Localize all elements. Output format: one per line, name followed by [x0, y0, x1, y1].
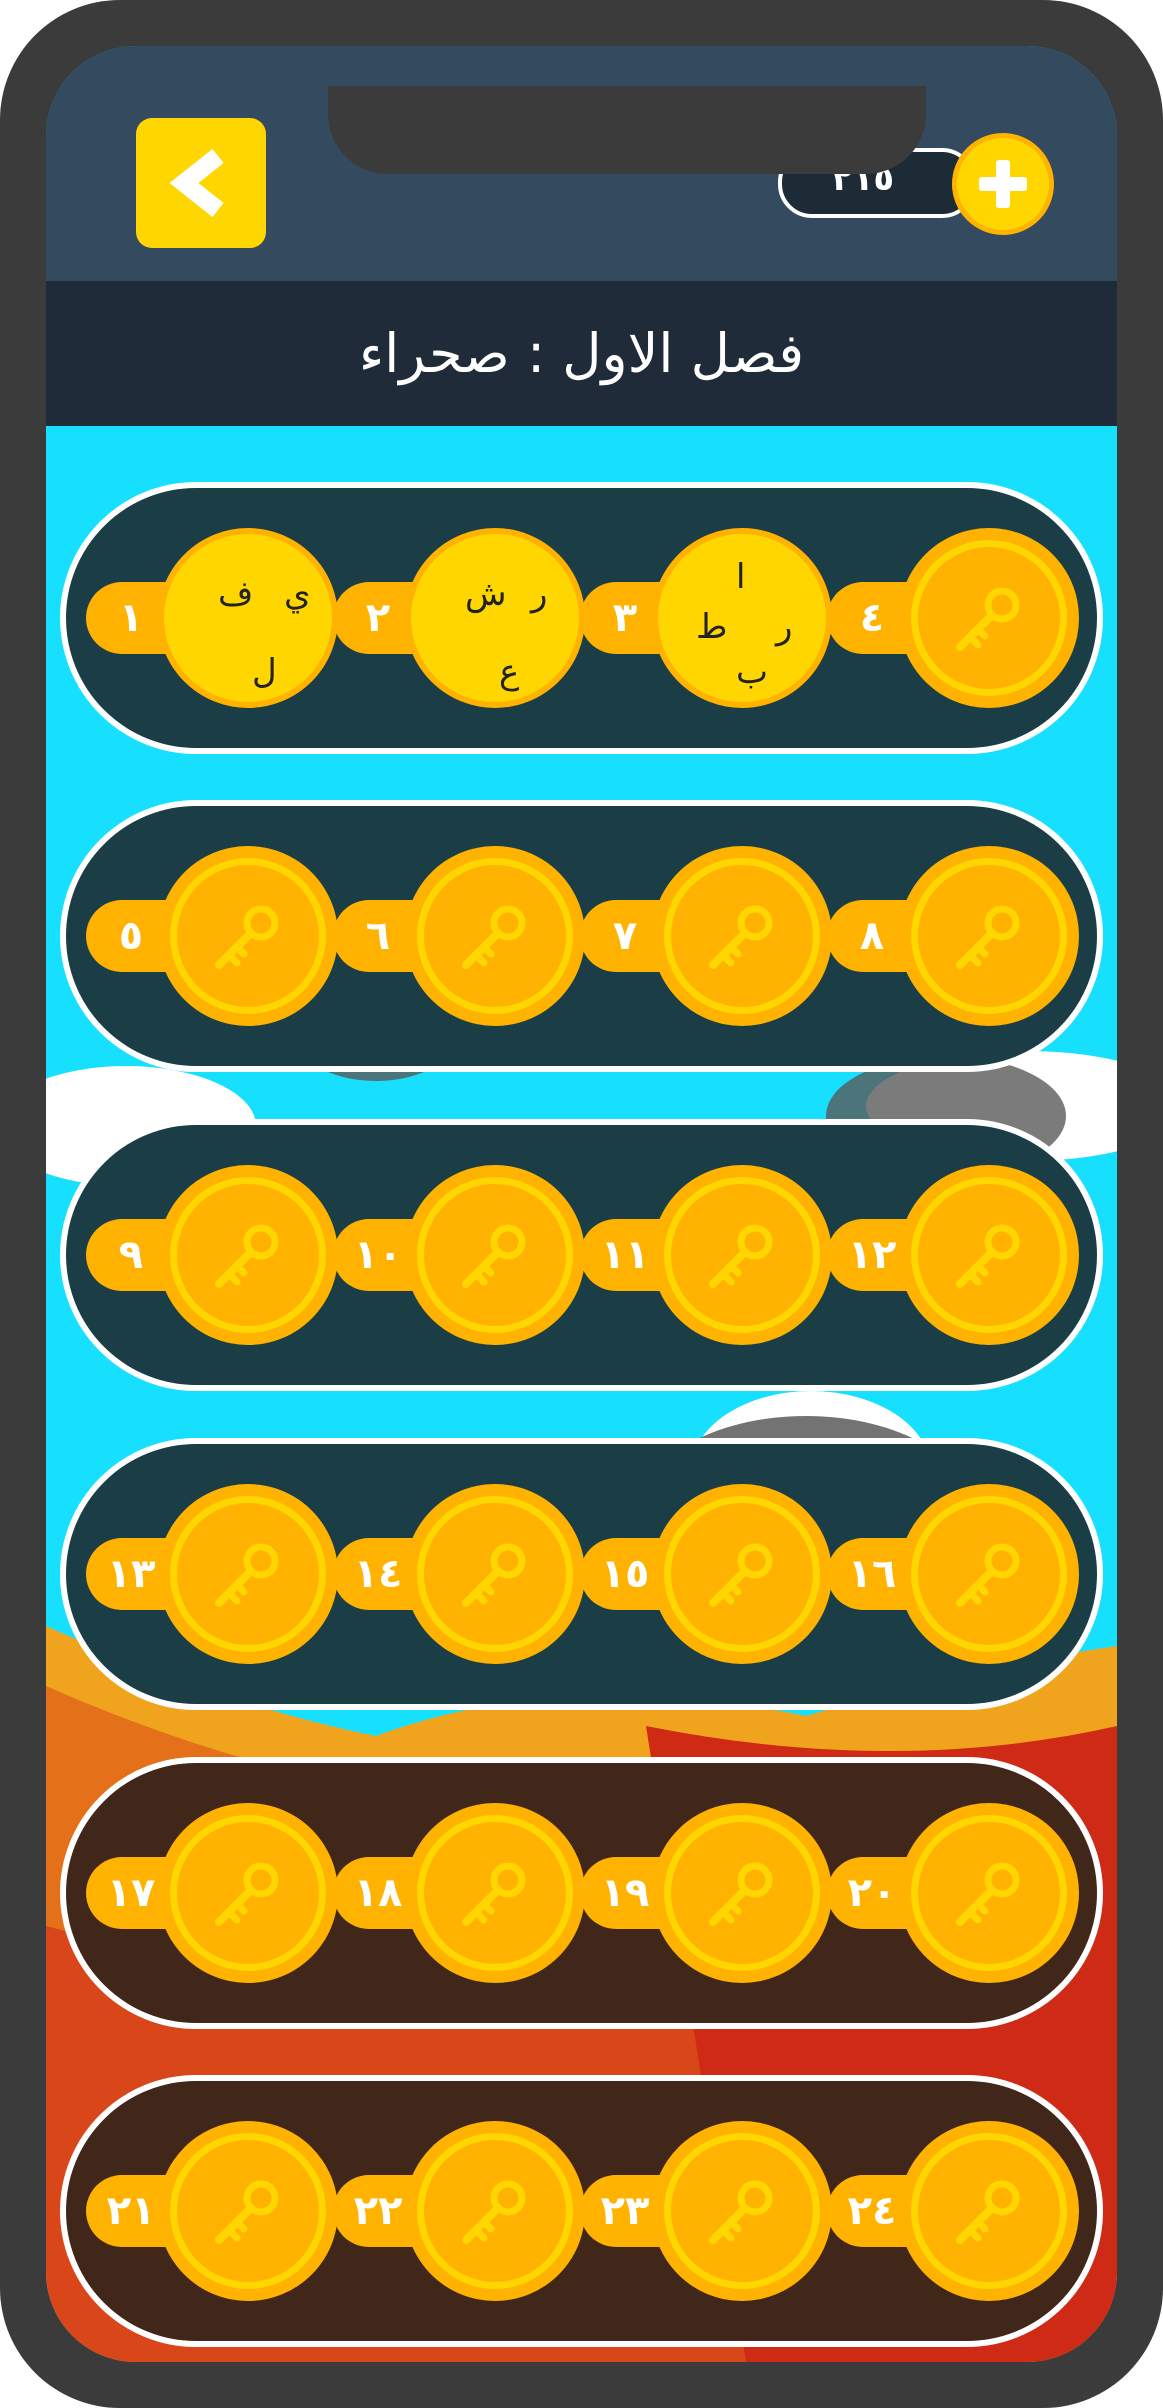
- level-button[interactable]: ١يفل: [86, 518, 346, 718]
- unlocked-level-circle: رشع: [405, 528, 585, 708]
- level-button[interactable]: ١٢: [827, 1155, 1087, 1355]
- key-icon: [417, 1496, 573, 1652]
- locked-level-circle: [158, 2121, 338, 2301]
- level-button[interactable]: ١٥: [580, 1474, 840, 1674]
- add-coins-button[interactable]: [952, 133, 1054, 235]
- phone-frame: ٢١٥ فصل الاول : صحراء ١يفل٢رشع٣اطرب٤٥٦٧٨…: [0, 0, 1163, 2408]
- screen: ٢١٥ فصل الاول : صحراء ١يفل٢رشع٣اطرب٤٥٦٧٨…: [46, 46, 1117, 2362]
- level-button[interactable]: ١٣: [86, 1474, 346, 1674]
- level-row: ١٧ ١٨ ١٩ ٢٠: [60, 1757, 1103, 2029]
- level-row: ٥٦٧٨: [60, 800, 1103, 1072]
- locked-level-circle: [405, 2121, 585, 2301]
- locked-level-circle: [899, 528, 1079, 708]
- level-button[interactable]: ٤: [827, 518, 1087, 718]
- key-icon: [664, 1815, 820, 1971]
- level-button[interactable]: ١٩: [580, 1793, 840, 1993]
- key-icon: [170, 1815, 326, 1971]
- key-icon: [417, 2133, 573, 2289]
- unlocked-level-circle: يفل: [158, 528, 338, 708]
- level-button[interactable]: ١٦: [827, 1474, 1087, 1674]
- key-icon: [417, 1177, 573, 1333]
- locked-level-circle: [158, 1803, 338, 1983]
- level-letter: ر: [776, 607, 793, 647]
- locked-level-circle: [652, 1165, 832, 1345]
- key-icon: [170, 2133, 326, 2289]
- level-letter: ش: [465, 574, 507, 614]
- locked-level-circle: [652, 846, 832, 1026]
- level-letter: ا: [736, 557, 746, 597]
- key-icon: [911, 858, 1067, 1014]
- locked-level-circle: [158, 1484, 338, 1664]
- locked-level-circle: [405, 846, 585, 1026]
- level-button[interactable]: ١٧: [86, 1793, 346, 1993]
- level-button[interactable]: ١٠: [333, 1155, 593, 1355]
- plus-icon: [979, 160, 1027, 208]
- level-button[interactable]: ٣اطرب: [580, 518, 840, 718]
- key-icon: [664, 1177, 820, 1333]
- level-button[interactable]: ٢رشع: [333, 518, 593, 718]
- locked-level-circle: [899, 846, 1079, 1026]
- level-letter: ب: [736, 652, 769, 692]
- key-icon: [664, 858, 820, 1014]
- locked-level-circle: [158, 846, 338, 1026]
- key-icon: [911, 1177, 1067, 1333]
- level-row: ١٣ ١٤ ١٥ ١٦: [60, 1438, 1103, 1710]
- phone-notch: [328, 86, 926, 174]
- level-letter: ر: [531, 574, 548, 614]
- level-button[interactable]: ٢٤: [827, 2111, 1087, 2311]
- key-icon: [911, 1815, 1067, 1971]
- locked-level-circle: [405, 1165, 585, 1345]
- locked-level-circle: [899, 1484, 1079, 1664]
- level-button[interactable]: ٦: [333, 836, 593, 1036]
- level-letter: ع: [499, 652, 520, 692]
- level-row: ٢١ ٢٢ ٢٣ ٢٤: [60, 2075, 1103, 2347]
- locked-level-circle: [652, 2121, 832, 2301]
- key-icon: [170, 1177, 326, 1333]
- level-button[interactable]: ٨: [827, 836, 1087, 1036]
- level-button[interactable]: ٢١: [86, 2111, 346, 2311]
- level-letter: ف: [218, 574, 254, 614]
- key-icon: [911, 540, 1067, 696]
- level-row: ٩ ١٠ ١١ ١٢: [60, 1119, 1103, 1391]
- level-row: ١يفل٢رشع٣اطرب٤: [60, 482, 1103, 754]
- level-button[interactable]: ١٤: [333, 1474, 593, 1674]
- level-letter: ط: [696, 607, 728, 647]
- locked-level-circle: [405, 1484, 585, 1664]
- level-button[interactable]: ٢٢: [333, 2111, 593, 2311]
- key-icon: [664, 2133, 820, 2289]
- level-button[interactable]: ٩: [86, 1155, 346, 1355]
- locked-level-circle: [158, 1165, 338, 1345]
- chapter-title: فصل الاول : صحراء: [358, 322, 805, 385]
- key-icon: [170, 1496, 326, 1652]
- level-letter: ل: [252, 652, 277, 692]
- key-icon: [664, 1496, 820, 1652]
- level-button[interactable]: ٥: [86, 836, 346, 1036]
- level-button[interactable]: ٢٣: [580, 2111, 840, 2311]
- locked-level-circle: [652, 1803, 832, 1983]
- key-icon: [911, 1496, 1067, 1652]
- chapter-header: فصل الاول : صحراء: [46, 281, 1117, 426]
- locked-level-circle: [652, 1484, 832, 1664]
- level-button[interactable]: ٢٠: [827, 1793, 1087, 1993]
- key-icon: [911, 2133, 1067, 2289]
- level-button[interactable]: ١٨: [333, 1793, 593, 1993]
- unlocked-level-circle: اط رب: [652, 528, 832, 708]
- key-icon: [170, 858, 326, 1014]
- locked-level-circle: [899, 1165, 1079, 1345]
- chevron-left-icon: [169, 148, 224, 218]
- level-letter: ي: [284, 574, 311, 614]
- locked-level-circle: [405, 1803, 585, 1983]
- key-icon: [417, 858, 573, 1014]
- back-button[interactable]: [136, 118, 266, 248]
- locked-level-circle: [899, 1803, 1079, 1983]
- level-button[interactable]: ٧: [580, 836, 840, 1036]
- key-icon: [417, 1815, 573, 1971]
- level-button[interactable]: ١١: [580, 1155, 840, 1355]
- locked-level-circle: [899, 2121, 1079, 2301]
